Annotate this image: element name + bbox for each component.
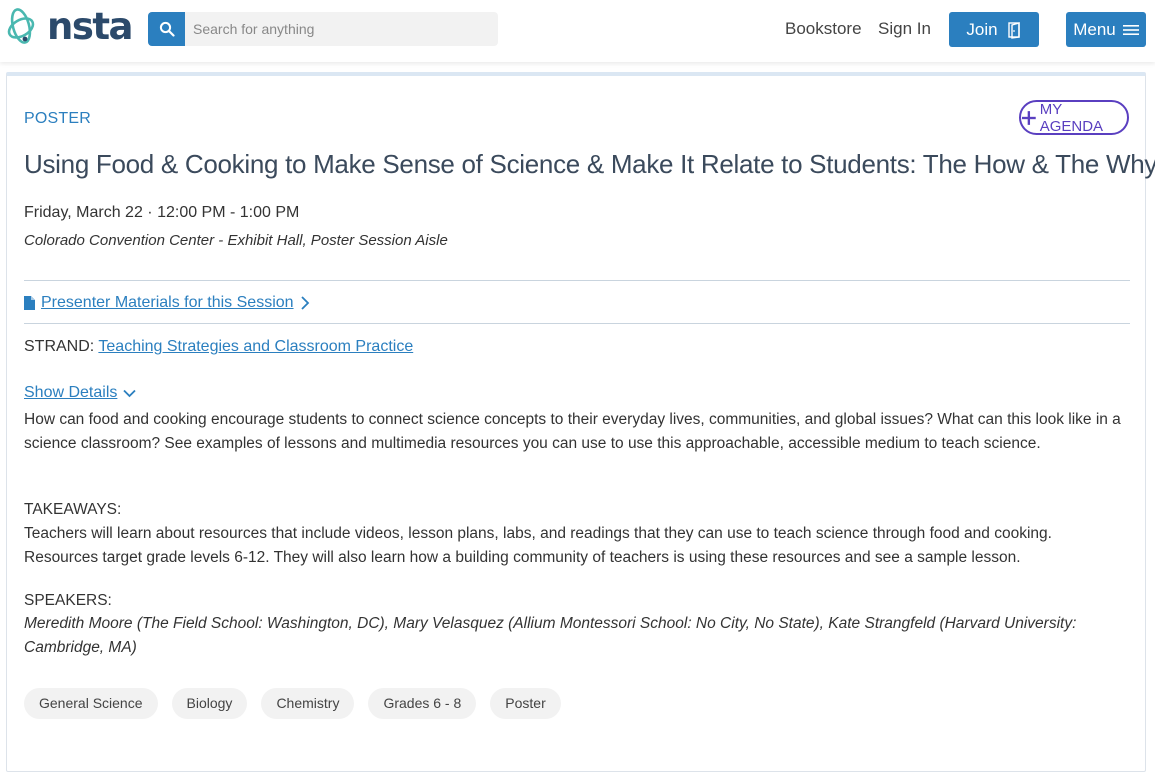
divider — [24, 323, 1130, 324]
strand-link[interactable]: Teaching Strategies and Classroom Practi… — [98, 338, 413, 355]
menu-label: Menu — [1073, 19, 1116, 39]
tag-grades[interactable]: Grades 6 - 8 — [368, 688, 477, 719]
strand-label: STRAND: — [24, 338, 95, 355]
session-type-label: POSTER — [24, 110, 91, 127]
speakers-label: SPEAKERS: — [24, 592, 112, 609]
divider — [24, 280, 1130, 281]
hamburger-icon — [1122, 24, 1139, 35]
search-icon — [159, 21, 175, 37]
show-details-toggle[interactable]: Show Details — [24, 384, 137, 402]
tag-list: General Science Biology Chemistry Grades… — [24, 688, 561, 719]
presenter-materials-link[interactable]: Presenter Materials for this Session — [41, 294, 294, 312]
menu-button[interactable]: Menu — [1066, 12, 1146, 47]
join-label: Join — [966, 19, 998, 39]
session-datetime: Friday, March 22 · 12:00 PM - 1:00 PM — [24, 204, 300, 221]
takeaways-label: TAKEAWAYS: — [24, 501, 122, 518]
strand-row: STRAND: Teaching Strategies and Classroo… — [24, 338, 413, 356]
session-location: Colorado Convention Center - Exhibit Hal… — [24, 232, 448, 249]
tag-chemistry[interactable]: Chemistry — [261, 688, 355, 719]
session-title: Using Food & Cooking to Make Sense of Sc… — [24, 149, 1155, 179]
door-icon — [1007, 21, 1020, 39]
show-details-link[interactable]: Show Details — [24, 384, 117, 402]
presenter-materials: Presenter Materials for this Session — [24, 294, 310, 312]
sign-in-link[interactable]: Sign In — [878, 19, 931, 39]
chevron-right-icon[interactable] — [300, 296, 310, 310]
takeaways-text: Teachers will learn about resources that… — [24, 525, 1052, 566]
tag-biology[interactable]: Biology — [171, 688, 248, 719]
session-description: How can food and cooking encourage stude… — [24, 411, 1121, 452]
speakers-text: Meredith Moore (The Field School: Washin… — [24, 615, 1077, 656]
site-header: nsta Bookstore Sign In Join Menu — [0, 0, 1155, 62]
logo-text: nsta — [47, 4, 134, 48]
tag-general-science[interactable]: General Science — [24, 688, 158, 719]
search-input[interactable] — [185, 12, 498, 46]
tag-poster[interactable]: Poster — [490, 688, 561, 719]
document-icon — [24, 296, 35, 310]
atom-logo-icon — [7, 8, 35, 44]
search-button[interactable] — [148, 12, 185, 46]
bookstore-link[interactable]: Bookstore — [785, 19, 862, 39]
chevron-down-icon — [123, 389, 137, 397]
plus-icon — [1021, 110, 1036, 125]
session-card: POSTER MY AGENDA Using Food & Cooking to… — [6, 72, 1155, 772]
nsta-logo[interactable]: nsta — [5, 4, 134, 48]
add-to-agenda-button[interactable]: MY AGENDA — [1019, 100, 1129, 135]
join-button[interactable]: Join — [949, 12, 1039, 47]
agenda-label: MY AGENDA — [1039, 100, 1104, 135]
